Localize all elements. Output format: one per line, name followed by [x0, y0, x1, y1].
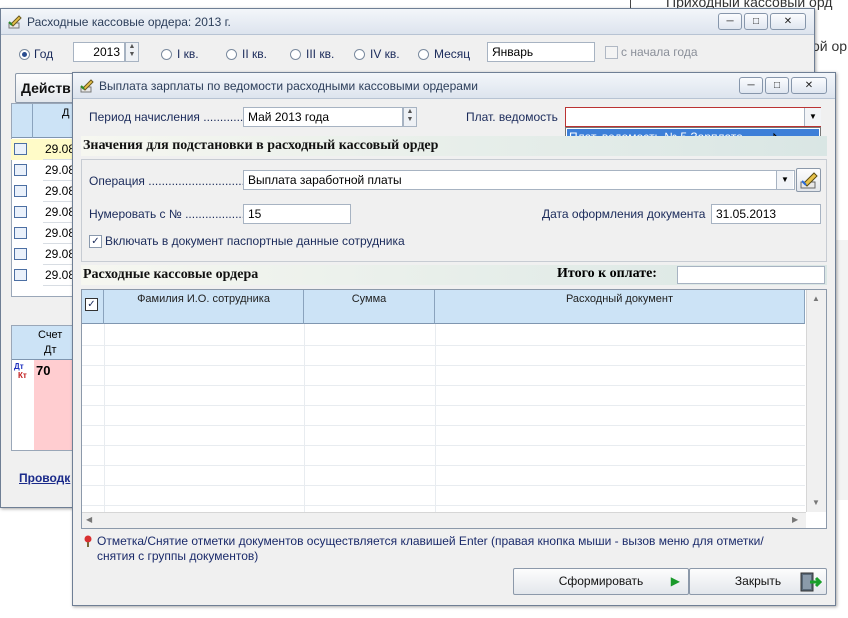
statement-select[interactable] [565, 107, 821, 127]
number-input[interactable]: 15 [243, 204, 351, 224]
period-spinner[interactable]: ▲ ▼ [403, 107, 417, 127]
document-icon [14, 227, 27, 239]
document-icon [14, 269, 27, 281]
scroll-left-arrow[interactable]: ◀ [86, 515, 92, 524]
maximize-button[interactable]: □ [765, 77, 789, 94]
from-year-start-label: с начала года [621, 45, 698, 59]
kt-label: Кт [18, 371, 27, 380]
document-icon [14, 185, 27, 197]
scroll-down-arrow[interactable]: ▼ [812, 498, 820, 507]
passport-checkbox-label: Включать в документ паспортные данные со… [105, 234, 405, 248]
document-icon [14, 248, 27, 260]
play-icon: ▶ [670, 574, 680, 588]
radio-q1-label: I кв. [177, 47, 199, 61]
column-document: Расходный документ [435, 290, 805, 324]
edit-icon [800, 172, 818, 189]
radio-q2[interactable] [226, 49, 237, 60]
period-label: Период начисления ............ [89, 110, 244, 124]
doc-date-label: Дата оформления документа [542, 207, 706, 221]
radio-month[interactable] [418, 49, 429, 60]
postings-link[interactable]: Проводк [19, 471, 70, 485]
close-button[interactable]: Закрыть [689, 568, 827, 595]
section-substitution-values: Значения для подстановки в расходный кас… [81, 136, 827, 156]
hint-text: Отметка/Снятие отметки документов осущес… [97, 534, 764, 563]
year-spinner[interactable]: ▲ ▼ [125, 42, 139, 62]
radio-q3-label: III кв. [306, 47, 335, 61]
account-value: 70 [36, 363, 51, 378]
account-header: Счет [38, 329, 63, 341]
document-icon [14, 143, 27, 155]
total-label: Итого к оплате: [557, 266, 657, 281]
edit-operation-button[interactable] [796, 168, 821, 192]
account-panel: Счет Дт Дт Кт 70 [11, 325, 75, 451]
close-window-button[interactable]: ✕ [791, 77, 827, 94]
select-all-column: ✓ [82, 290, 104, 324]
minimize-button[interactable]: ─ [739, 77, 763, 94]
column-header-date: Д [62, 107, 70, 119]
account-header-dt: Дт [44, 344, 57, 356]
orders-grid: ✓ Фамилия И.О. сотрудника Сумма Расходны… [81, 289, 827, 529]
select-all-checkbox[interactable]: ✓ [85, 298, 98, 311]
maximize-button[interactable]: □ [744, 13, 768, 30]
radio-year[interactable] [19, 49, 30, 60]
close-window-button[interactable]: ✕ [770, 13, 806, 30]
pencil-icon [8, 15, 22, 29]
statement-label: Плат. ведомость [466, 110, 558, 124]
radio-q3[interactable] [290, 49, 301, 60]
back-window-titlebar: Расходные кассовые ордера: 2013 г. ─ □ ✕ [1, 9, 814, 35]
statement-dropdown-arrow[interactable]: ▼ [804, 108, 821, 126]
document-list-header: Д [12, 104, 74, 138]
radio-q2-label: II кв. [242, 47, 267, 61]
radio-q1[interactable] [161, 49, 172, 60]
hint-icon [84, 535, 92, 547]
radio-q4[interactable] [354, 49, 365, 60]
radio-month-label: Месяц [434, 47, 471, 61]
radio-q4-label: IV кв. [370, 47, 400, 61]
grid-horizontal-scrollbar[interactable]: ◀ ▶ [82, 512, 806, 528]
background-text: ой ор [812, 38, 848, 54]
pencil-icon [80, 79, 94, 93]
dialog-titlebar: Выплата зарплаты по ведомости расходными… [73, 73, 835, 99]
passport-checkbox[interactable]: ✓ [89, 235, 102, 248]
close-button-label: Закрыть [734, 574, 782, 588]
month-input[interactable]: Январь [487, 42, 595, 62]
from-year-start-checkbox[interactable] [605, 46, 618, 59]
column-employee: Фамилия И.О. сотрудника [104, 290, 304, 324]
grid-vertical-scrollbar[interactable]: ▲ ▼ [806, 290, 826, 512]
doc-date-input[interactable]: 31.05.2013 [711, 204, 821, 224]
operation-dropdown-arrow[interactable]: ▼ [776, 171, 793, 189]
period-input[interactable]: Май 2013 года [243, 107, 403, 127]
radio-year-label: Год [34, 47, 54, 61]
dialog-title: Выплата зарплаты по ведомости расходными… [99, 79, 478, 93]
exit-door-icon [800, 572, 822, 592]
generate-button-label: Сформировать [558, 574, 644, 588]
scroll-right-arrow[interactable]: ▶ [792, 515, 798, 524]
minimize-button[interactable]: ─ [718, 13, 742, 30]
year-input[interactable]: 2013 [73, 42, 125, 62]
salary-dialog: Выплата зарплаты по ведомости расходными… [72, 72, 836, 606]
operation-label: Операция ...............................… [89, 174, 259, 188]
generate-button[interactable]: Сформировать ▶ [513, 568, 689, 595]
back-window-title: Расходные кассовые ордера: 2013 г. [27, 15, 231, 29]
number-label: Нумеровать с № .................. [89, 207, 246, 221]
total-input[interactable] [677, 266, 825, 284]
document-icon [14, 206, 27, 218]
column-amount: Сумма [304, 290, 435, 324]
operation-select[interactable]: Выплата заработной платы [243, 170, 795, 190]
dt-label: Дт [14, 362, 24, 371]
document-icon [14, 164, 27, 176]
scroll-up-arrow[interactable]: ▲ [812, 294, 820, 303]
